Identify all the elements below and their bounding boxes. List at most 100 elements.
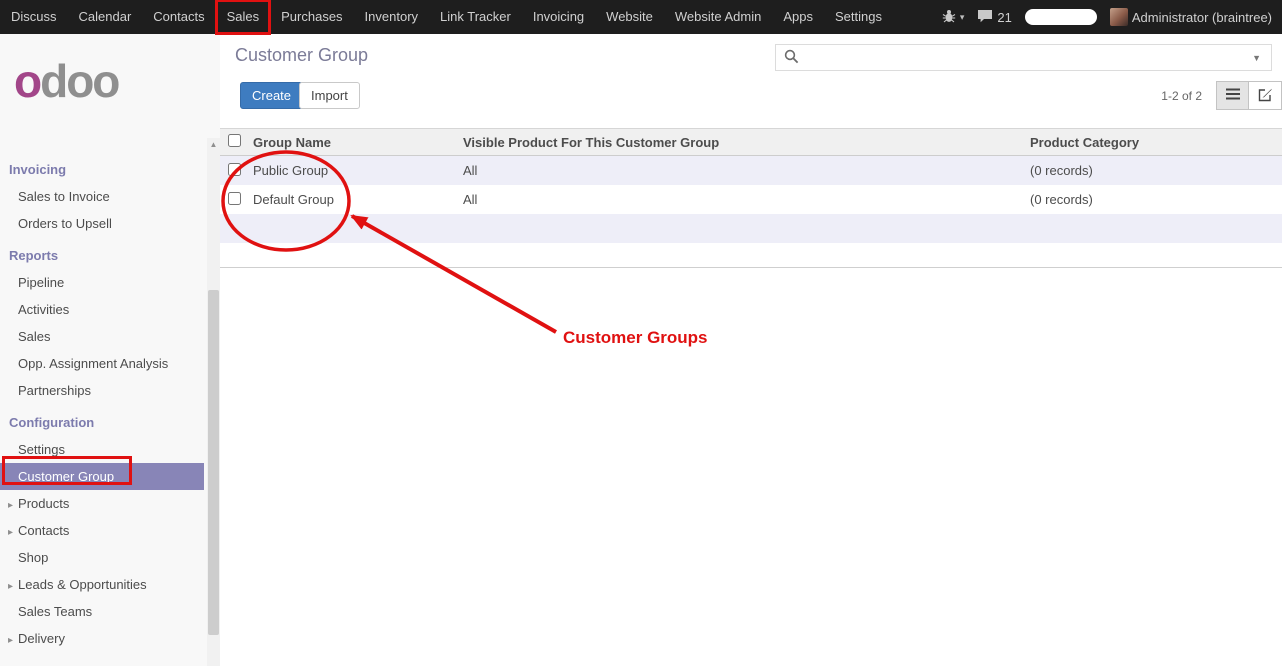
scroll-up-arrow-icon[interactable]: ▲ [207,138,220,152]
create-button[interactable]: Create [240,82,303,109]
top-menubar: Discuss Calendar Contacts Sales Purchase… [0,0,1282,34]
app-sidebar: odoo Invoicing Sales to Invoice Orders t… [0,34,220,666]
column-header-visible-product[interactable]: Visible Product For This Customer Group [460,135,1025,150]
sidebar-item-label: Sales Teams [18,604,92,619]
sidebar-item-label: Pipeline [18,275,64,290]
sidebar-item-label: Shop [18,550,48,565]
cell-visible-product[interactable]: All [460,163,1025,178]
sidebar-item-delivery[interactable]: ▸ Delivery [0,625,207,652]
sidebar-scrollbar[interactable]: ▲ [207,138,220,666]
message-count: 21 [997,10,1011,25]
menu-discuss[interactable]: Discuss [0,0,68,34]
pager[interactable]: 1-2 of 2 [1161,89,1202,103]
logo-letter-o: o [14,55,40,107]
logo-letters-doo: doo [40,55,118,107]
list-view-icon [1226,88,1240,103]
scrollbar-thumb[interactable] [208,290,219,635]
menu-inventory[interactable]: Inventory [354,0,429,34]
form-view-button[interactable] [1249,81,1282,110]
debug-menu[interactable]: ▾ [942,9,965,26]
row-checkbox[interactable] [228,192,241,205]
main-content: Customer Group ▼ Create Import 1-2 of 2 [220,34,1282,666]
menu-purchases[interactable]: Purchases [270,0,353,34]
menu-link-tracker[interactable]: Link Tracker [429,0,522,34]
sidebar-menu: Invoicing Sales to Invoice Orders to Ups… [0,138,220,652]
topbar-right: ▾ 21 Administrator (braintree) [942,8,1282,26]
sidebar-item-contacts[interactable]: ▸ Contacts [0,517,207,544]
cell-product-category[interactable]: (0 records) [1025,192,1282,207]
sidebar-item-products[interactable]: ▸ Products [0,490,207,517]
column-header-group-name[interactable]: Group Name [250,135,460,150]
empty-row [220,243,1282,268]
sidebar-item-label: Partnerships [18,383,91,398]
odoo-logo[interactable]: odoo [0,34,220,138]
menu-contacts[interactable]: Contacts [142,0,215,34]
user-menu[interactable]: Administrator (braintree) [1110,8,1272,26]
sidebar-item-label: Delivery [18,631,65,646]
sidebar-item-shop[interactable]: Shop [0,544,207,571]
sidebar-item-label: Contacts [18,523,69,538]
menu-sales[interactable]: Sales [216,0,271,34]
page-title: Customer Group [235,45,368,66]
sidebar-item-label: Activities [18,302,69,317]
menu-apps[interactable]: Apps [772,0,824,34]
empty-row [220,214,1282,243]
messages-indicator[interactable]: 21 [977,9,1011,26]
sidebar-section-configuration: Configuration [0,409,220,436]
sidebar-item-label: Opp. Assignment Analysis [18,356,168,371]
sidebar-item-label: Sales [18,329,51,344]
sidebar-item-orders-to-upsell[interactable]: Orders to Upsell [0,210,207,237]
sidebar-item-customer-group[interactable]: Customer Group [0,463,204,490]
import-button[interactable]: Import [299,82,360,109]
expand-arrow-icon: ▸ [8,635,13,646]
search-dropdown-icon[interactable]: ▼ [1250,53,1263,63]
cell-visible-product[interactable]: All [460,192,1025,207]
sidebar-item-opp-assignment-analysis[interactable]: Opp. Assignment Analysis [0,350,207,377]
sidebar-item-pipeline[interactable]: Pipeline [0,269,207,296]
search-input[interactable] [805,50,1244,65]
menu-settings[interactable]: Settings [824,0,893,34]
row-checkbox[interactable] [228,163,241,176]
menu-calendar[interactable]: Calendar [68,0,143,34]
sidebar-item-label: Leads & Opportunities [18,577,147,592]
sidebar-item-label: Products [18,496,69,511]
sidebar-item-sales-to-invoice[interactable]: Sales to Invoice [0,183,207,210]
expand-arrow-icon: ▸ [8,527,13,538]
customer-group-list: Group Name Visible Product For This Cust… [220,128,1282,268]
avatar [1110,8,1128,26]
bug-icon [942,9,956,26]
sidebar-section-reports: Reports [0,242,220,269]
list-header-row: Group Name Visible Product For This Cust… [220,128,1282,156]
table-row[interactable]: Default Group All (0 records) [220,185,1282,214]
table-row[interactable]: Public Group All (0 records) [220,156,1282,185]
sidebar-item-label: Settings [18,442,65,457]
list-view-button[interactable] [1216,81,1249,110]
search-box[interactable]: ▼ [775,44,1272,71]
cell-group-name[interactable]: Public Group [250,163,460,178]
sidebar-section-invoicing: Invoicing [0,156,220,183]
sidebar-item-partnerships[interactable]: Partnerships [0,377,207,404]
sidebar-item-settings[interactable]: Settings [0,436,207,463]
sidebar-item-sales-teams[interactable]: Sales Teams [0,598,207,625]
row-checkbox-cell [220,192,250,208]
cell-product-category[interactable]: (0 records) [1025,163,1282,178]
column-header-product-category[interactable]: Product Category [1025,135,1282,150]
select-all-checkbox[interactable] [228,134,241,147]
expand-arrow-icon: ▸ [8,500,13,511]
view-switcher [1216,81,1282,110]
menu-invoicing[interactable]: Invoicing [522,0,595,34]
sidebar-item-leads-opportunities[interactable]: ▸ Leads & Opportunities [0,571,207,598]
menu-website[interactable]: Website [595,0,664,34]
sidebar-item-label: Orders to Upsell [18,216,112,231]
sidebar-item-activities[interactable]: Activities [0,296,207,323]
chat-bubble-icon [977,9,993,26]
search-icon [784,49,799,67]
row-checkbox-cell [220,163,250,179]
subscription-timer-pill[interactable] [1025,9,1097,25]
cell-group-name[interactable]: Default Group [250,192,460,207]
sidebar-item-label: Sales to Invoice [18,189,110,204]
menu-website-admin[interactable]: Website Admin [664,0,772,34]
sidebar-item-sales[interactable]: Sales [0,323,207,350]
expand-arrow-icon: ▸ [8,581,13,592]
user-name-label: Administrator (braintree) [1132,10,1272,25]
